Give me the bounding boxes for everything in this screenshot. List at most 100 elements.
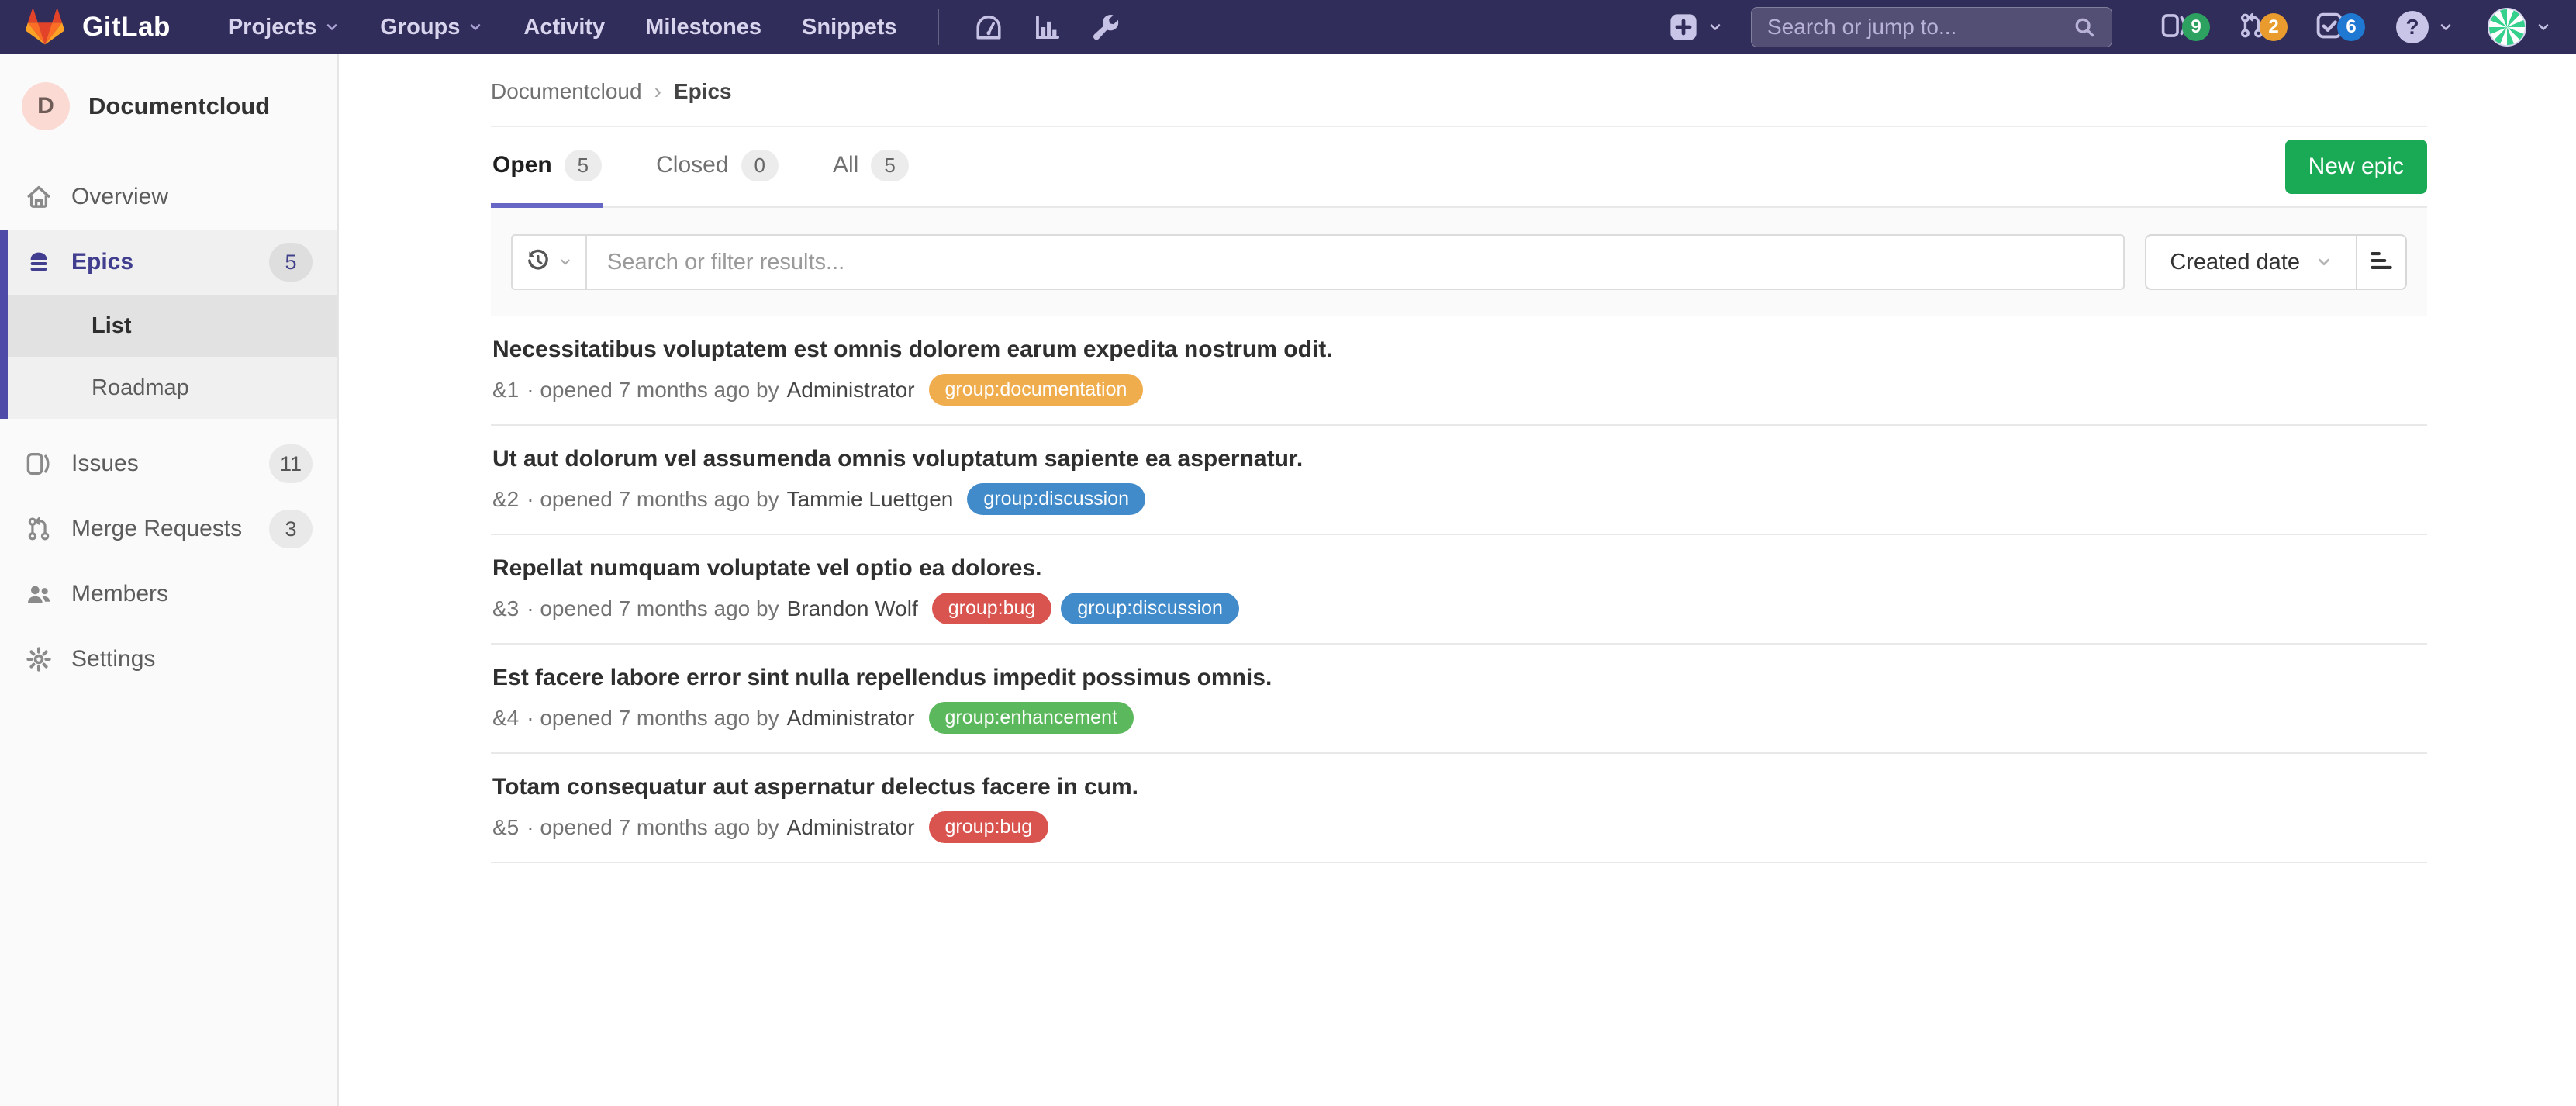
- nav-groups[interactable]: Groups: [380, 15, 483, 40]
- primary-nav: Projects Groups Activity Milestones Snip…: [208, 15, 917, 40]
- sort-dropdown[interactable]: Created date: [2145, 234, 2357, 290]
- epic-title-link[interactable]: Necessitatibus voluptatem est omnis dolo…: [492, 337, 2426, 363]
- epic-opened-text: · opened 7 months ago by: [527, 815, 779, 840]
- issues-count-badge: 11: [269, 444, 313, 483]
- epic-opened-text: · opened 7 months ago by: [527, 378, 779, 403]
- gear-icon: [25, 645, 53, 673]
- epic-ref: &4: [492, 706, 519, 731]
- epic-list: Necessitatibus voluptatem est omnis dolo…: [491, 316, 2427, 863]
- admin-wrench-icon[interactable]: [1091, 12, 1122, 43]
- global-search: [1751, 7, 2112, 47]
- group-context-header[interactable]: D Documentcloud: [0, 54, 337, 164]
- chevron-down-icon: [468, 19, 483, 35]
- sidebar-item-merge-requests[interactable]: Merge Requests 3: [0, 496, 337, 562]
- breadcrumb-current: Epics: [674, 79, 732, 104]
- chevron-down-icon: [1708, 19, 1723, 35]
- tab-closed[interactable]: Closed 0: [654, 127, 780, 208]
- new-menu-button[interactable]: [1669, 12, 1723, 42]
- global-search-input[interactable]: [1767, 15, 2073, 40]
- help-icon: ?: [2396, 11, 2429, 43]
- epic-title-link[interactable]: Repellat numquam voluptate vel optio ea …: [492, 555, 2426, 582]
- user-avatar: [2488, 8, 2526, 47]
- sort-controls: Created date: [2145, 234, 2407, 290]
- filter-bar: Created date: [491, 208, 2427, 316]
- user-menu-button[interactable]: [2488, 8, 2551, 47]
- epic-opened-text: · opened 7 months ago by: [527, 596, 779, 621]
- navbar-merge-requests-button[interactable]: 2: [2238, 12, 2288, 43]
- epic-row: Repellat numquam voluptate vel optio ea …: [491, 535, 2427, 645]
- label-badge[interactable]: group:enhancement: [929, 702, 1134, 734]
- history-icon: [526, 248, 551, 277]
- tab-closed-count: 0: [741, 150, 779, 181]
- epic-author-link[interactable]: Tammie Luettgen: [787, 487, 954, 512]
- main-content: Documentcloud › Epics Open 5 Closed 0 Al…: [340, 54, 2576, 863]
- epic-author-link[interactable]: Administrator: [787, 815, 915, 840]
- gitlab-home-link[interactable]: GitLab: [25, 8, 171, 47]
- nav-snippets[interactable]: Snippets: [802, 15, 896, 40]
- sort-order-icon: [2368, 247, 2395, 278]
- sidebar-item-overview[interactable]: Overview: [0, 164, 337, 230]
- epic-author-link[interactable]: Administrator: [787, 378, 915, 403]
- sidebar-item-issues[interactable]: Issues 11: [0, 431, 337, 496]
- navbar-issues-button[interactable]: 9: [2160, 12, 2210, 43]
- analytics-chart-icon[interactable]: [1032, 12, 1063, 43]
- top-navbar: GitLab Projects Groups Activity Mileston…: [0, 0, 2576, 54]
- label-badge[interactable]: group:discussion: [1061, 593, 1239, 624]
- label-badge[interactable]: group:documentation: [929, 374, 1144, 406]
- epic-title-link[interactable]: Totam consequatur aut aspernatur delectu…: [492, 774, 2426, 800]
- state-tabs: Open 5 Closed 0 All 5: [491, 127, 962, 206]
- filter-search-input[interactable]: [587, 250, 2123, 275]
- epic-ref: &5: [492, 815, 519, 840]
- brand-name: GitLab: [82, 12, 171, 43]
- nav-activity[interactable]: Activity: [523, 15, 605, 40]
- breadcrumb-separator: ›: [654, 79, 661, 104]
- dashboard-gauge-icon[interactable]: [973, 12, 1004, 43]
- label-badge[interactable]: group:discussion: [967, 483, 1145, 515]
- label-badge[interactable]: group:bug: [929, 811, 1049, 843]
- epic-title-link[interactable]: Est facere labore error sint nulla repel…: [492, 665, 2426, 691]
- sidebar-item-epics-roadmap[interactable]: Roadmap: [8, 357, 337, 419]
- issues-count-badge: 9: [2182, 13, 2210, 41]
- epic-icon: [25, 248, 53, 276]
- sidebar-item-epics[interactable]: Epics 5: [8, 230, 337, 295]
- epics-header-row: Open 5 Closed 0 All 5 New epic: [491, 127, 2427, 208]
- sidebar-item-settings[interactable]: Settings: [0, 627, 337, 692]
- sidebar-item-epics-list[interactable]: List: [8, 295, 337, 357]
- plus-square-icon: [1669, 12, 1698, 42]
- nav-projects[interactable]: Projects: [228, 15, 340, 40]
- chevron-down-icon: [2536, 19, 2551, 35]
- new-epic-button[interactable]: New epic: [2285, 140, 2427, 194]
- tab-all[interactable]: All 5: [831, 127, 910, 208]
- nav-milestones[interactable]: Milestones: [645, 15, 761, 40]
- tab-all-count: 5: [871, 150, 908, 181]
- todos-count-badge: 6: [2337, 13, 2365, 41]
- gitlab-logo-icon: [25, 8, 65, 47]
- issues-icon: [25, 450, 53, 478]
- epic-meta: &3 · opened 7 months ago by Brandon Wolf…: [492, 593, 2426, 624]
- help-menu-button[interactable]: ?: [2396, 11, 2453, 43]
- epic-opened-text: · opened 7 months ago by: [527, 706, 779, 731]
- sidebar-item-members[interactable]: Members: [0, 562, 337, 627]
- home-icon: [25, 183, 53, 211]
- epic-meta: &2 · opened 7 months ago by Tammie Luett…: [492, 483, 2426, 515]
- label-badge[interactable]: group:bug: [932, 593, 1052, 624]
- group-avatar: D: [22, 82, 70, 130]
- epic-meta: &1 · opened 7 months ago by Administrato…: [492, 374, 2426, 406]
- merge-request-icon: [25, 515, 53, 543]
- chevron-down-icon: [558, 255, 572, 269]
- epic-opened-text: · opened 7 months ago by: [527, 487, 779, 512]
- tab-open[interactable]: Open 5: [491, 127, 603, 208]
- tab-open-count: 5: [565, 150, 602, 181]
- navbar-todos-button[interactable]: 6: [2315, 12, 2365, 43]
- epic-author-link[interactable]: Administrator: [787, 706, 915, 731]
- chevron-down-icon: [2438, 19, 2453, 35]
- epic-row: Necessitatibus voluptatem est omnis dolo…: [491, 316, 2427, 426]
- sort-direction-button[interactable]: [2357, 234, 2407, 290]
- merge-requests-count-badge: 3: [269, 510, 313, 548]
- group-sidebar: D Documentcloud Overview Epics 5 List Ro…: [0, 54, 339, 1106]
- recent-searches-button[interactable]: [513, 236, 587, 289]
- epic-author-link[interactable]: Brandon Wolf: [787, 596, 918, 621]
- breadcrumb-group-link[interactable]: Documentcloud: [491, 79, 642, 104]
- search-icon: [2073, 16, 2096, 39]
- epic-title-link[interactable]: Ut aut dolorum vel assumenda omnis volup…: [492, 446, 2426, 472]
